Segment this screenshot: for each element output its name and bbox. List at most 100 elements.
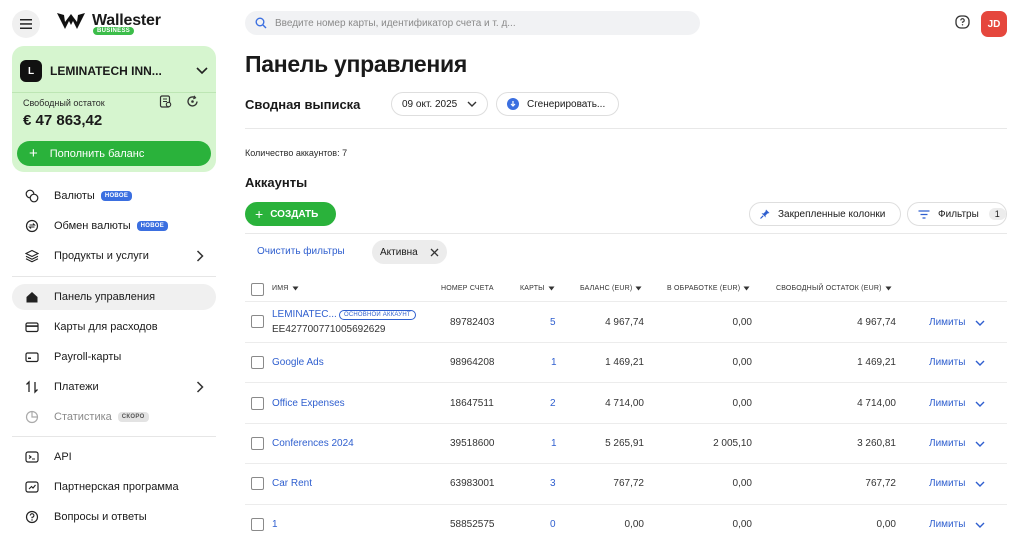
sidebar-item-products[interactable]: Продукты и услуги: [12, 243, 216, 269]
sidebar-item-exchange[interactable]: Обмен валюты НОВОЕ: [12, 213, 216, 239]
sidebar-item-label: Партнерская программа: [54, 481, 179, 493]
account-name-link[interactable]: Google Ads: [272, 357, 324, 368]
account-name-link[interactable]: Conferences 2024: [272, 438, 354, 449]
sidebar-item-faq[interactable]: Вопросы и ответы: [12, 504, 216, 530]
sidebar-item-payroll[interactable]: Payroll-карты: [12, 344, 216, 370]
balance-value: 4 967,74: [605, 317, 644, 328]
company-name: LEMINATECH INN...: [50, 64, 162, 78]
sidebar-item-payments[interactable]: Платежи: [12, 374, 216, 400]
sidebar-item-dashboard[interactable]: Панель управления: [12, 284, 216, 310]
cards-count-link[interactable]: 5: [550, 317, 556, 328]
column-header-available[interactable]: СВОБОДНЫЙ ОСТАТОК (EUR): [776, 285, 892, 292]
summary-title: Сводная выписка: [245, 97, 361, 112]
processing-value: 0,00: [732, 478, 752, 489]
column-header-balance[interactable]: БАЛАНС (EUR): [580, 285, 642, 292]
cards-count-link[interactable]: 1: [551, 438, 557, 449]
search-icon: [255, 17, 267, 29]
processing-value: 0,00: [732, 357, 752, 368]
sidebar-item-api[interactable]: API: [12, 444, 216, 470]
pinned-columns-button[interactable]: Закрепленные колонки: [749, 202, 901, 226]
filter-icon: [918, 209, 930, 219]
column-header-cards[interactable]: КАРТЫ: [520, 285, 555, 292]
transfer-icon: [24, 379, 40, 395]
row-checkbox[interactable]: [251, 477, 264, 490]
filters-label: Фильтры: [938, 208, 979, 220]
row-checkbox[interactable]: [251, 315, 264, 328]
cards-count-link[interactable]: 0: [550, 519, 556, 530]
logo-badge: BUSINESS: [93, 27, 135, 35]
search-input[interactable]: [275, 17, 675, 29]
divider: [12, 92, 216, 93]
sidebar-item-stats: Статистика СКОРО: [12, 404, 216, 430]
sort-icon: [548, 286, 555, 291]
sidebar-item-label: Панель управления: [54, 291, 156, 303]
column-header-name[interactable]: ИМЯ: [272, 285, 299, 292]
processing-value: 2 005,10: [713, 438, 752, 449]
row-checkbox[interactable]: [251, 397, 264, 410]
available-value: 3 260,81: [857, 438, 896, 449]
limits-button[interactable]: Лимиты: [929, 519, 985, 530]
limits-button[interactable]: Лимиты: [929, 478, 985, 489]
date-select[interactable]: 09 окт. 2025: [391, 92, 488, 116]
statement-icon[interactable]: [159, 95, 172, 108]
processing-value: 0,00: [732, 398, 752, 409]
account-number: 63983001: [450, 478, 495, 489]
column-header-label: НОМЕР СЧЕТА: [441, 285, 494, 292]
limits-label: Лимиты: [929, 519, 966, 530]
sidebar-item-currencies[interactable]: Валюты НОВОЕ: [12, 183, 216, 209]
cards-count-link[interactable]: 3: [550, 478, 556, 489]
sidebar-item-label: Платежи: [54, 381, 99, 393]
filters-button[interactable]: Фильтры 1: [907, 202, 1007, 226]
account-name-link[interactable]: LEMINATEC...: [272, 309, 337, 320]
divider: [12, 436, 216, 437]
logo[interactable]: Wallester BUSINESS: [56, 11, 161, 35]
search-bar[interactable]: [245, 11, 700, 35]
menu-icon[interactable]: [12, 10, 40, 38]
company-switcher[interactable]: L LEMINATECH INN...: [20, 54, 208, 88]
code-icon: [24, 449, 40, 465]
processing-value: 0,00: [732, 317, 752, 328]
account-number: 89782403: [450, 317, 495, 328]
balance-value: 1 469,21: [605, 357, 644, 368]
generate-label: Сгенерировать...: [527, 98, 606, 110]
column-header-processing[interactable]: В ОБРАБОТКЕ (EUR): [667, 285, 750, 292]
row-checkbox[interactable]: [251, 518, 264, 531]
limits-button[interactable]: Лимиты: [929, 357, 985, 368]
limits-button[interactable]: Лимиты: [929, 438, 985, 449]
account-name-link[interactable]: Car Rent: [272, 478, 312, 489]
clear-filters-link[interactable]: Очистить фильтры: [257, 246, 345, 257]
create-label: СОЗДАТЬ: [270, 208, 319, 220]
limits-button[interactable]: Лимиты: [929, 317, 985, 328]
balance-actions: [159, 95, 199, 108]
chevron-right-icon: [196, 250, 204, 262]
select-all-checkbox[interactable]: [251, 283, 264, 296]
row-checkbox[interactable]: [251, 356, 264, 369]
account-name-link[interactable]: 1: [272, 519, 278, 530]
sidebar-item-expense-cards[interactable]: Карты для расходов: [12, 314, 216, 340]
row-checkbox[interactable]: [251, 437, 264, 450]
sidebar-item-label: Обмен валюты: [54, 220, 131, 232]
sort-icon: [743, 286, 750, 291]
help-icon[interactable]: [955, 15, 970, 30]
balance-label: Свободный остаток: [23, 98, 105, 108]
balance-value: 767,72: [613, 478, 644, 489]
account-name-link[interactable]: Office Expenses: [272, 398, 345, 409]
coins-icon: [24, 188, 40, 204]
sidebar-item-label: Продукты и услуги: [54, 250, 149, 262]
refresh-icon[interactable]: [186, 95, 199, 108]
card-icon: [24, 319, 40, 335]
cards-count-link[interactable]: 1: [551, 357, 557, 368]
sidebar: Wallester BUSINESS L LEMINATECH INN... С…: [0, 0, 228, 537]
column-header-label: В ОБРАБОТКЕ (EUR): [667, 285, 741, 292]
account-number: 39518600: [450, 438, 495, 449]
sidebar-item-partner[interactable]: Партнерская программа: [12, 474, 216, 500]
limits-button[interactable]: Лимиты: [929, 398, 985, 409]
plus-icon: +: [255, 206, 264, 222]
cards-count-link[interactable]: 2: [550, 398, 556, 409]
user-avatar[interactable]: JD: [981, 11, 1007, 37]
topup-balance-button[interactable]: + Пополнить баланс: [17, 141, 211, 166]
download-icon: [507, 98, 519, 110]
generate-button[interactable]: Сгенерировать...: [496, 92, 619, 116]
create-account-button[interactable]: + СОЗДАТЬ: [245, 202, 336, 226]
close-icon[interactable]: [430, 248, 439, 257]
